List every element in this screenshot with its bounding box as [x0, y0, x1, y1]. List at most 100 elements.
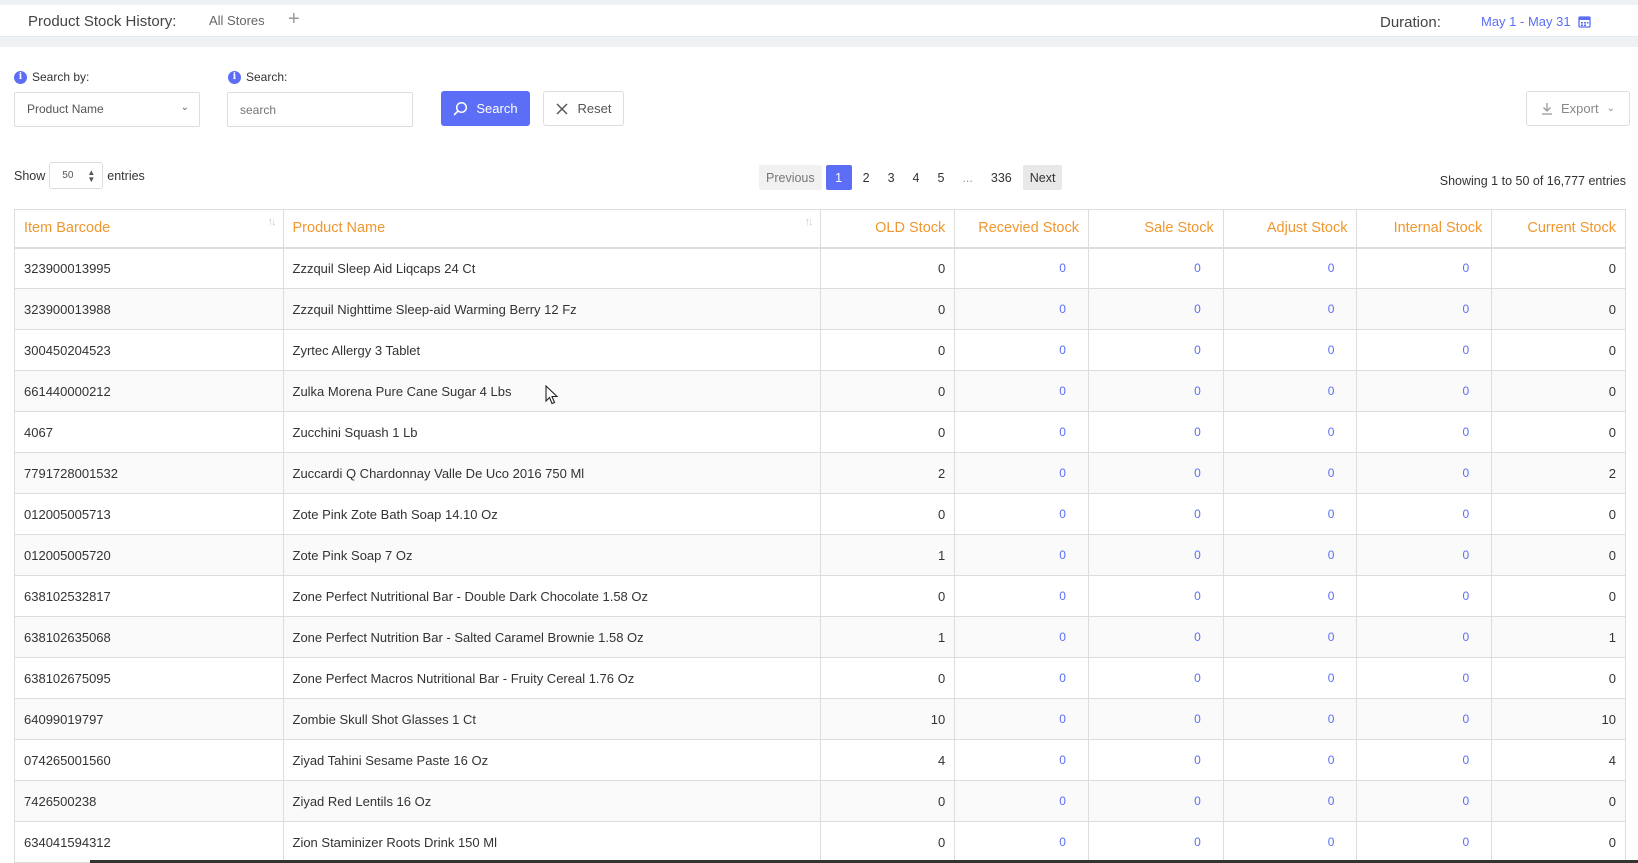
- cell-received-stock[interactable]: 0: [954, 821, 1089, 863]
- cell-current-stock: 0: [1491, 493, 1626, 535]
- page-button-5[interactable]: 5: [931, 165, 952, 190]
- cell-sale-stock[interactable]: 0: [1087, 657, 1224, 699]
- export-button[interactable]: Export ⌄: [1526, 91, 1630, 126]
- cell-adjust-stock[interactable]: 0: [1222, 657, 1358, 699]
- cell-received-stock[interactable]: 0: [954, 247, 1089, 289]
- cell-adjust-stock[interactable]: 0: [1222, 739, 1358, 781]
- page-button-last[interactable]: 336: [984, 165, 1019, 190]
- duration-label: Duration:: [1380, 14, 1441, 31]
- cell-internal-stock[interactable]: 0: [1356, 288, 1493, 330]
- sort-icon[interactable]: ↑↓: [805, 216, 814, 228]
- column-header-product-name[interactable]: Product Name ↑↓: [282, 209, 821, 249]
- column-header-received-stock[interactable]: Recevied Stock: [954, 209, 1089, 249]
- cell-internal-stock[interactable]: 0: [1356, 493, 1493, 535]
- column-header-old-stock[interactable]: OLD Stock: [819, 209, 956, 249]
- column-header-adjust-stock[interactable]: Adjust Stock: [1222, 209, 1358, 249]
- cell-internal-stock[interactable]: 0: [1356, 370, 1493, 412]
- table-row: 638102532817 Zone Perfect Nutritional Bar…: [14, 575, 1626, 617]
- column-header-internal-stock[interactable]: Internal Stock: [1356, 209, 1493, 249]
- pagination-ellipsis: ...: [962, 170, 973, 185]
- cell-sale-stock[interactable]: 0: [1087, 452, 1224, 494]
- cell-internal-stock[interactable]: 0: [1356, 575, 1493, 617]
- cell-adjust-stock[interactable]: 0: [1222, 616, 1358, 658]
- duration-picker[interactable]: May 1 - May 31: [1481, 14, 1571, 29]
- cell-received-stock[interactable]: 0: [954, 739, 1089, 781]
- column-header-current-stock[interactable]: Current Stock: [1491, 209, 1626, 249]
- cell-received-stock[interactable]: 0: [954, 288, 1089, 330]
- previous-page-button[interactable]: Previous: [759, 165, 822, 190]
- cell-received-stock[interactable]: 0: [954, 534, 1089, 576]
- cell-sale-stock[interactable]: 0: [1087, 698, 1224, 740]
- cell-received-stock[interactable]: 0: [954, 452, 1089, 494]
- cell-adjust-stock[interactable]: 0: [1222, 698, 1358, 740]
- cell-internal-stock[interactable]: 0: [1356, 821, 1493, 863]
- cell-adjust-stock[interactable]: 0: [1222, 288, 1358, 330]
- cell-product-name: Zion Staminizer Roots Drink 150 Ml: [282, 821, 821, 863]
- cell-received-stock[interactable]: 0: [954, 575, 1089, 617]
- cell-sale-stock[interactable]: 0: [1087, 288, 1224, 330]
- cell-adjust-stock[interactable]: 0: [1222, 452, 1358, 494]
- cell-item-barcode: 7426500238: [14, 780, 284, 822]
- search-input[interactable]: [227, 92, 413, 127]
- cell-sale-stock[interactable]: 0: [1087, 780, 1224, 822]
- cell-old-stock: 1: [819, 616, 956, 658]
- calendar-icon[interactable]: [1578, 15, 1591, 28]
- cell-adjust-stock[interactable]: 0: [1222, 575, 1358, 617]
- cell-sale-stock[interactable]: 0: [1087, 739, 1224, 781]
- column-header-item-barcode[interactable]: Item Barcode ↑↓: [14, 209, 284, 249]
- cell-sale-stock[interactable]: 0: [1087, 370, 1224, 412]
- page-button-3[interactable]: 3: [881, 165, 902, 190]
- cell-adjust-stock[interactable]: 0: [1222, 370, 1358, 412]
- cell-internal-stock[interactable]: 0: [1356, 534, 1493, 576]
- cell-internal-stock[interactable]: 0: [1356, 247, 1493, 289]
- cell-received-stock[interactable]: 0: [954, 370, 1089, 412]
- search-by-select[interactable]: Product Name ⌄: [14, 92, 200, 127]
- cell-adjust-stock[interactable]: 0: [1222, 411, 1358, 453]
- reset-button[interactable]: Reset: [543, 91, 624, 126]
- cell-sale-stock[interactable]: 0: [1087, 329, 1224, 371]
- cell-sale-stock[interactable]: 0: [1087, 575, 1224, 617]
- page-size-select[interactable]: 50 ▲ ▼: [49, 162, 104, 189]
- cell-received-stock[interactable]: 0: [954, 493, 1089, 535]
- cell-received-stock[interactable]: 0: [954, 657, 1089, 699]
- cell-adjust-stock[interactable]: 0: [1222, 329, 1358, 371]
- cell-internal-stock[interactable]: 0: [1356, 411, 1493, 453]
- cell-internal-stock[interactable]: 0: [1356, 780, 1493, 822]
- cell-received-stock[interactable]: 0: [954, 698, 1089, 740]
- column-header-sale-stock[interactable]: Sale Stock: [1087, 209, 1224, 249]
- cell-internal-stock[interactable]: 0: [1356, 657, 1493, 699]
- cell-internal-stock[interactable]: 0: [1356, 698, 1493, 740]
- page-button-1[interactable]: 1: [825, 165, 852, 190]
- cell-received-stock[interactable]: 0: [954, 329, 1089, 371]
- cell-internal-stock[interactable]: 0: [1356, 329, 1493, 371]
- cell-sale-stock[interactable]: 0: [1087, 821, 1224, 863]
- cell-internal-stock[interactable]: 0: [1356, 616, 1493, 658]
- cell-sale-stock[interactable]: 0: [1087, 616, 1224, 658]
- cell-internal-stock[interactable]: 0: [1356, 739, 1493, 781]
- pagination: Previous 1 2 3 4 5 ... 336 Next: [759, 165, 1063, 190]
- cell-received-stock[interactable]: 0: [954, 411, 1089, 453]
- page-button-2[interactable]: 2: [856, 165, 877, 190]
- cell-received-stock[interactable]: 0: [954, 616, 1089, 658]
- page-button-4[interactable]: 4: [906, 165, 927, 190]
- cell-product-name: Zone Perfect Nutritional Bar - Double Da…: [282, 575, 821, 617]
- next-page-button[interactable]: Next: [1022, 165, 1063, 190]
- add-store-icon[interactable]: +: [288, 8, 300, 31]
- cell-sale-stock[interactable]: 0: [1087, 247, 1224, 289]
- cell-received-stock[interactable]: 0: [954, 780, 1089, 822]
- sort-icon[interactable]: ↑↓: [268, 216, 277, 228]
- cell-sale-stock[interactable]: 0: [1087, 411, 1224, 453]
- cell-current-stock: 0: [1491, 657, 1626, 699]
- cell-adjust-stock[interactable]: 0: [1222, 247, 1358, 289]
- cell-sale-stock[interactable]: 0: [1087, 534, 1224, 576]
- store-tab-all-stores[interactable]: All Stores: [209, 13, 265, 28]
- cell-item-barcode: 634041594312: [14, 821, 284, 863]
- search-button[interactable]: Search: [441, 91, 530, 126]
- cell-adjust-stock[interactable]: 0: [1222, 821, 1358, 863]
- cell-sale-stock[interactable]: 0: [1087, 493, 1224, 535]
- cell-old-stock: 1: [819, 534, 956, 576]
- cell-adjust-stock[interactable]: 0: [1222, 780, 1358, 822]
- cell-adjust-stock[interactable]: 0: [1222, 534, 1358, 576]
- cell-internal-stock[interactable]: 0: [1356, 452, 1493, 494]
- cell-adjust-stock[interactable]: 0: [1222, 493, 1358, 535]
